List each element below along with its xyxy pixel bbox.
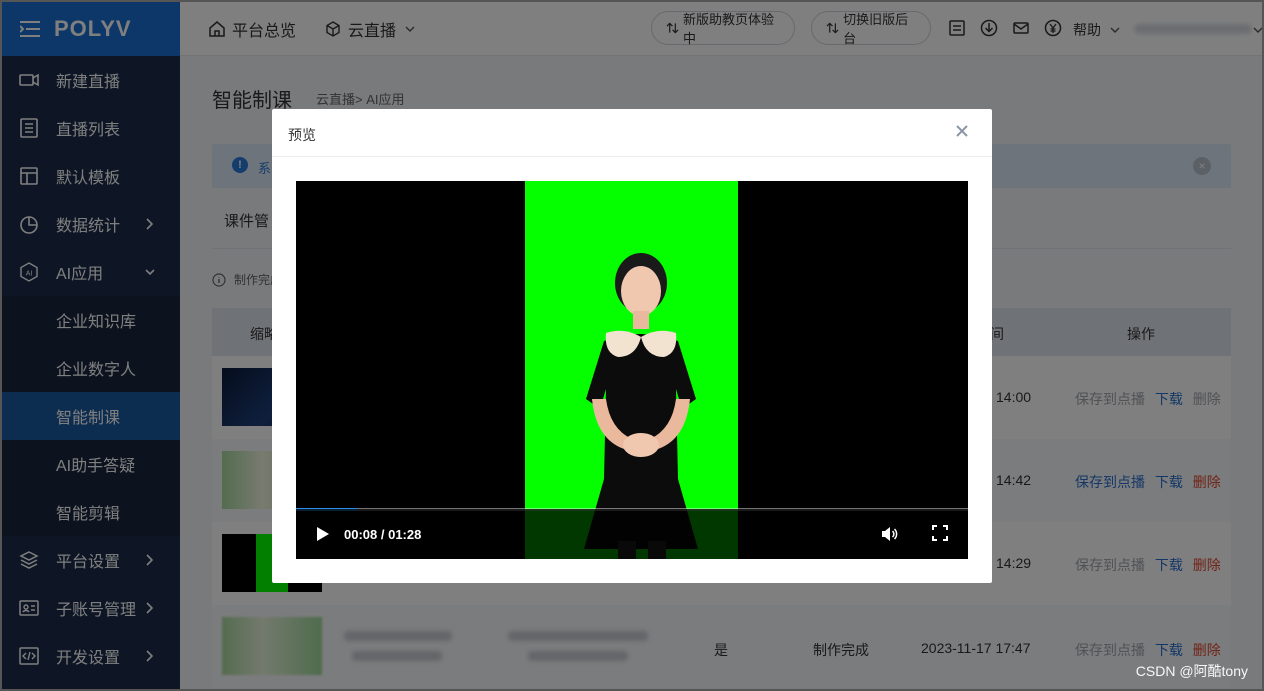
- volume-icon[interactable]: [880, 525, 898, 543]
- watermark: CSDN @阿酷tony: [1135, 663, 1248, 679]
- video-player[interactable]: 00:08 / 01:28: [296, 181, 968, 559]
- play-icon[interactable]: [316, 526, 330, 542]
- preview-modal: 预览 00:08 / 01:28: [272, 109, 992, 583]
- modal-title: 预览: [288, 127, 316, 143]
- close-icon[interactable]: [954, 123, 970, 139]
- fullscreen-icon[interactable]: [932, 525, 948, 541]
- video-controls: 00:08 / 01:28: [296, 509, 968, 559]
- modal-header: 预览: [272, 109, 992, 157]
- video-time: 00:08 / 01:28: [344, 527, 422, 542]
